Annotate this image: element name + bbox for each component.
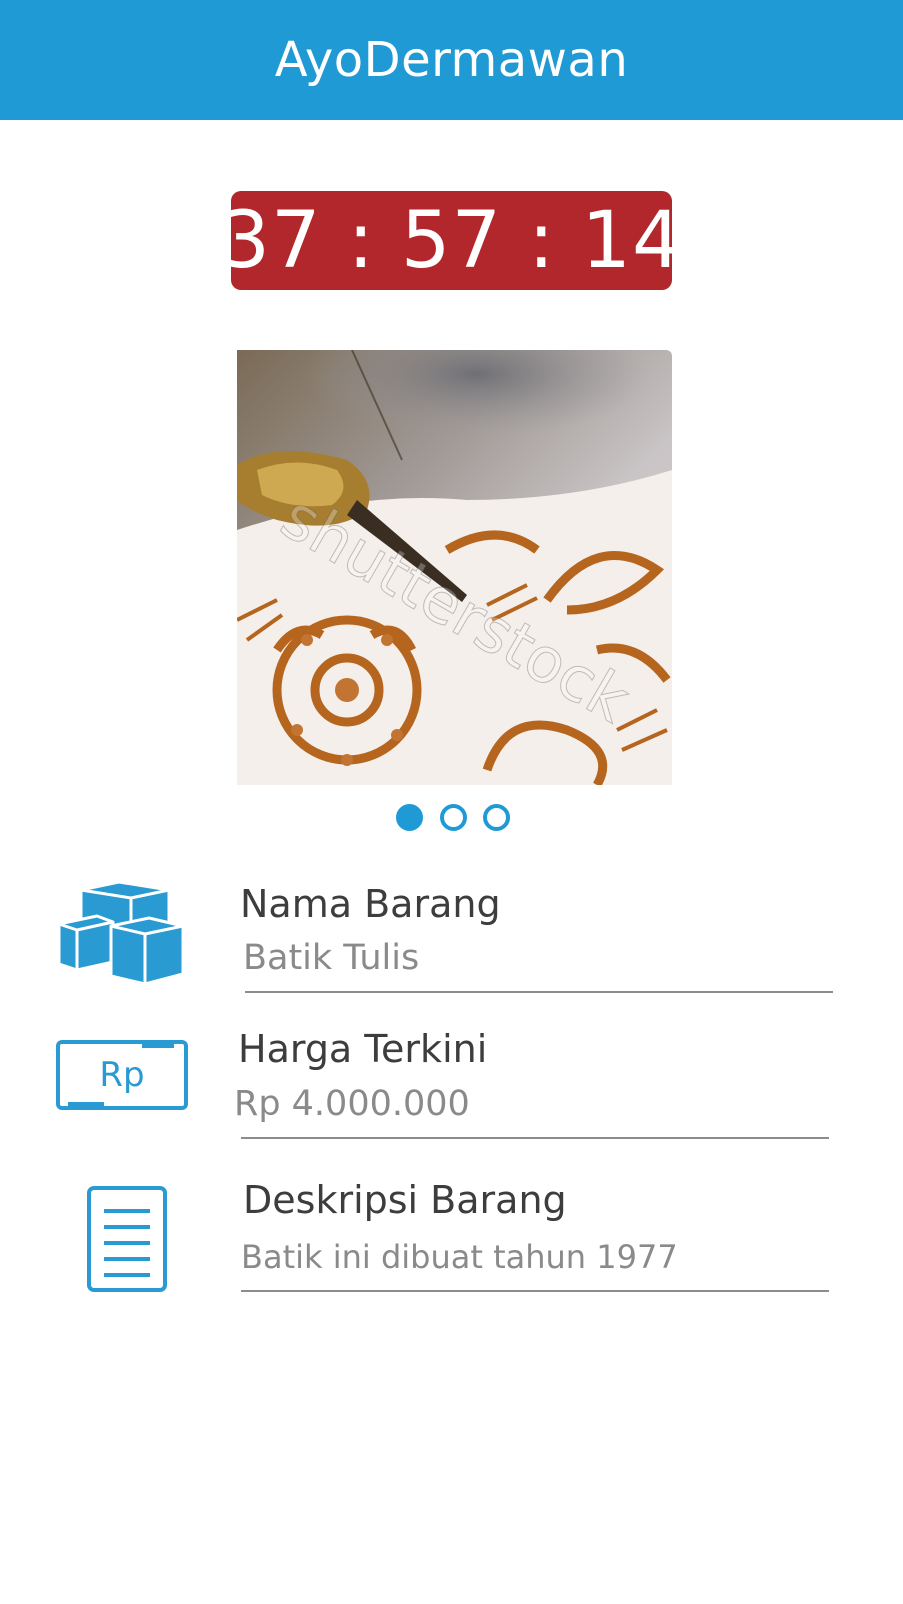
app-bar: AyoDermawan (0, 0, 903, 120)
carousel-indicator (396, 803, 510, 831)
carousel-dot-3[interactable] (483, 803, 510, 831)
carousel-dot-2[interactable] (439, 803, 467, 831)
timer-minutes: 57 (400, 195, 503, 286)
item-image-carousel[interactable]: shutterstock (237, 350, 672, 785)
batik-tulis-photo: shutterstock (237, 350, 672, 785)
field-value: Batik ini dibuat tahun 1977 (241, 1238, 678, 1276)
carousel-dot-1[interactable] (396, 803, 423, 831)
timer-separator: : (347, 195, 375, 286)
countdown-timer: 37 : 57 : 14 (220, 191, 682, 290)
document-icon (86, 1185, 168, 1293)
field-underline (241, 1290, 829, 1292)
field-value: Rp 4.000.000 (234, 1084, 470, 1124)
field-label: Deskripsi Barang (243, 1178, 567, 1222)
field-value: Batik Tulis (243, 938, 420, 978)
timer-seconds: 14 (581, 195, 683, 286)
rupiah-icon: Rp (56, 1038, 190, 1113)
field-underline (241, 1137, 829, 1139)
field-underline (245, 991, 833, 993)
app-title: AyoDermawan (274, 32, 629, 88)
boxes-icon (57, 880, 185, 986)
timer-separator: : (528, 195, 556, 286)
rupiah-icon-text: Rp (99, 1055, 144, 1095)
field-label: Nama Barang (240, 882, 501, 926)
field-label: Harga Terkini (238, 1027, 488, 1071)
timer-hours: 37 (220, 195, 322, 286)
